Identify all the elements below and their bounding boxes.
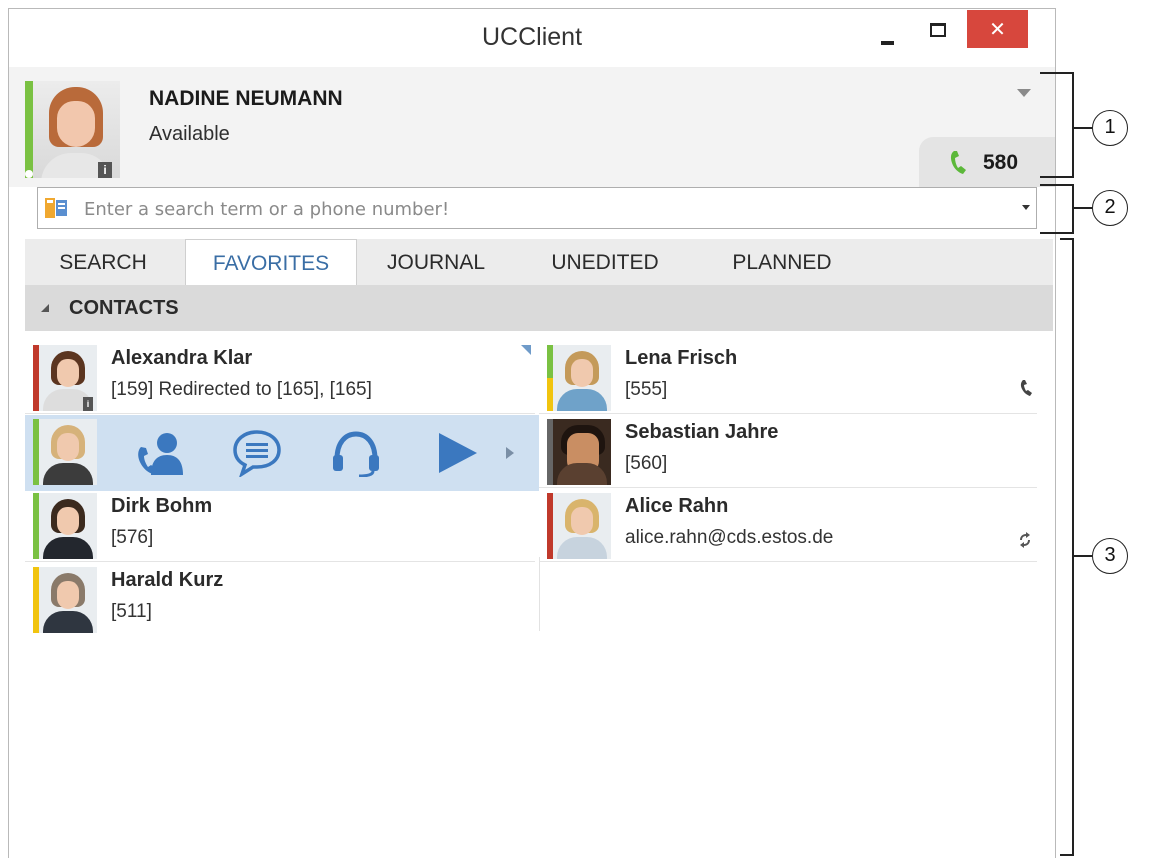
own-presence-panel: i NADINE NEUMANN Available 580 [9,67,1055,187]
ucclient-window: UCClient ✕ i NADINE NEUMANN Available 58… [8,8,1056,858]
avatar [553,345,611,411]
divider [25,561,535,562]
contact-card[interactable]: Sebastian Jahre [560] [539,415,1053,488]
contact-name: Alice Rahn [625,495,729,517]
divider [539,487,1037,488]
avatar [39,419,97,485]
callout-bracket [1072,72,1074,178]
contact-detail: [576] [111,527,154,548]
contact-card[interactable]: Alice Rahn alice.rahn@cds.estos.de [539,489,1053,562]
chat-bubble-icon[interactable] [231,429,283,477]
play-icon[interactable] [433,429,481,477]
callout-leader [1074,555,1092,557]
close-button[interactable]: ✕ [967,10,1028,48]
search-area [9,187,1055,239]
contact-detail: [555] [625,379,668,400]
callout-bracket [1060,854,1074,856]
tab-planned[interactable]: PLANNED [697,239,867,285]
info-icon[interactable]: i [83,397,93,411]
search-input[interactable] [82,188,986,230]
favorites-grid: i Alexandra Klar [159] Redirected to [16… [25,331,1053,661]
callout-leader [1074,127,1092,129]
avatar [553,419,611,485]
callout-leader [1074,207,1092,209]
avatar [553,493,611,559]
info-icon[interactable]: i [98,162,112,178]
callout-bracket [1040,176,1074,178]
column-divider [539,557,540,631]
contact-card[interactable]: Dirk Bohm [576] [25,489,539,562]
tab-favorites[interactable]: FAVORITES [185,239,357,285]
contact-name: Dirk Bohm [111,495,213,517]
callout-marker: 2 [1092,190,1128,226]
contact-card[interactable]: Lena Frisch [555] [539,341,1053,414]
contact-card[interactable]: Harald Kurz [511] [25,563,539,633]
callout-bracket [1040,184,1074,186]
search-dropdown-button[interactable] [1016,188,1036,228]
address-book-icon [45,198,67,218]
contact-name: Alexandra Klar [111,347,253,369]
presence-dot [25,170,33,178]
tab-journal[interactable]: JOURNAL [361,239,511,285]
title-bar: UCClient ✕ [9,9,1055,67]
search-box [37,187,1037,230]
presence-status-bar [25,81,33,178]
divider [539,561,1037,562]
section-title: CONTACTS [69,297,179,319]
more-arrow-icon[interactable] [503,445,517,461]
minimize-button[interactable] [875,25,903,49]
maximize-button[interactable] [923,17,953,43]
divider [539,413,1037,414]
avatar [39,567,97,633]
user-name: NADINE NEUMANN [149,87,343,110]
contact-card[interactable]: i Alexandra Klar [159] Redirected to [16… [25,341,539,414]
avatar [39,493,97,559]
tab-bar: SEARCH FAVORITES JOURNAL UNEDITED PLANNE… [25,239,1053,285]
tab-search[interactable]: SEARCH [25,239,181,285]
user-status[interactable]: Available [149,123,230,146]
contact-call-icon[interactable] [133,429,187,477]
callout-bracket [1072,238,1074,856]
divider [25,413,535,414]
collapse-caret-icon[interactable] [41,304,49,312]
callout-bracket [1072,184,1074,234]
contact-name: Sebastian Jahre [625,421,779,443]
hovered-contact-actions[interactable] [25,415,539,491]
contact-name: Lena Frisch [625,347,738,369]
contacts-section-header[interactable]: CONTACTS [25,285,1053,331]
contact-detail: [560] [625,453,668,474]
line-number[interactable]: 580 [983,151,1018,175]
callout-marker: 1 [1092,110,1128,146]
callout-bracket [1040,72,1074,74]
callout-bracket [1040,232,1074,234]
headset-icon[interactable] [329,429,383,477]
contact-detail: [159] Redirected to [165], [165] [111,379,372,400]
redirect-flag-icon [521,345,531,355]
phone-icon [950,151,966,174]
contact-name: Harald Kurz [111,569,224,591]
chevron-down-icon[interactable] [1017,89,1031,97]
phone-icon[interactable] [1019,379,1035,397]
callout-marker: 3 [1092,538,1128,574]
contact-detail: [511] [111,601,152,622]
contact-detail: alice.rahn@cds.estos.de [625,527,834,548]
tab-unedited[interactable]: UNEDITED [515,239,695,285]
sync-icon[interactable] [1017,531,1033,549]
